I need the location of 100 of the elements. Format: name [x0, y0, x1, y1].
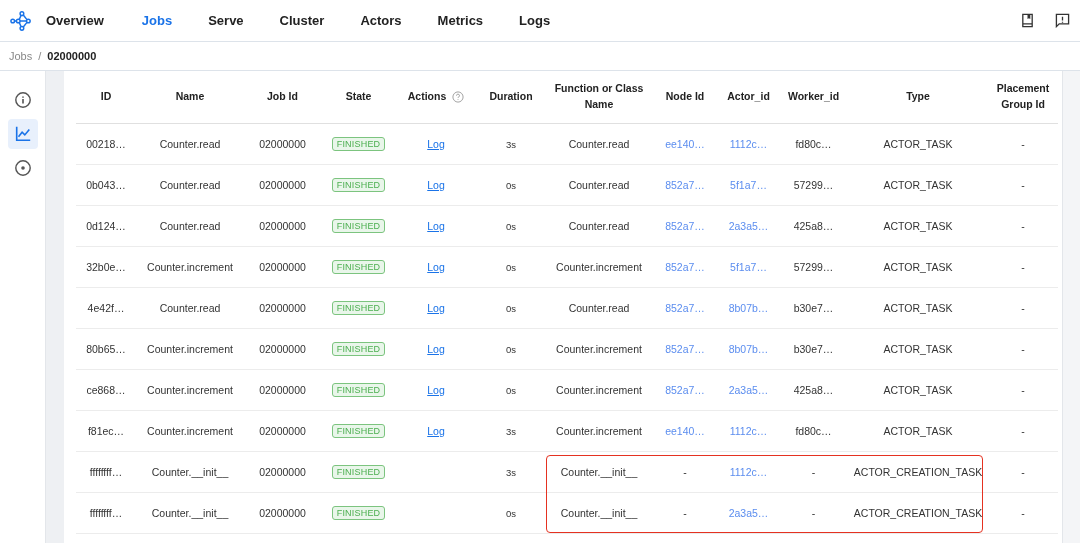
column-header: Placement Group Id	[996, 82, 1050, 110]
state-badge: FINISHED	[331, 383, 386, 397]
column-header: Function or Class Name	[554, 82, 644, 110]
actor-id-link[interactable]: 2a3a5…	[728, 384, 769, 396]
node-id-link[interactable]: 852a7…	[665, 302, 705, 314]
table-cell: 02000000	[259, 220, 306, 232]
breadcrumb-link[interactable]: Jobs	[9, 50, 33, 62]
table-cell: 02000000	[259, 466, 306, 478]
column-header: Node Id	[665, 90, 705, 103]
actor-id-link[interactable]: 5f1a7…	[730, 261, 767, 273]
table-cell: 425a8…	[793, 220, 834, 232]
table-cell: b30e7…	[793, 343, 834, 355]
target-icon	[13, 159, 32, 177]
node-id-link[interactable]: ee140…	[665, 138, 705, 150]
table-cell: Counter.increment	[556, 261, 642, 273]
table-cell: b30e7…	[793, 302, 834, 314]
node-id-link[interactable]: 852a7…	[665, 261, 705, 273]
node-id-link[interactable]: 852a7…	[665, 384, 705, 396]
column-header: Duration	[489, 90, 533, 103]
actor-id-link[interactable]: 8b07b…	[728, 302, 769, 314]
nav-tab[interactable]: Actors	[360, 13, 402, 28]
scrollbar-track[interactable]	[1062, 71, 1080, 543]
state-badge: FINISHED	[331, 260, 386, 274]
table-cell: -	[683, 466, 687, 478]
logo-icon[interactable]	[10, 9, 32, 32]
table-cell: 57299…	[793, 261, 834, 273]
table-cell: 02000000	[259, 384, 306, 396]
state-badge: FINISHED	[331, 219, 386, 233]
table-cell: -	[811, 507, 816, 519]
actor-id-link[interactable]: 5f1a7…	[730, 179, 767, 191]
table-cell: fd80c…	[795, 138, 832, 150]
log-link[interactable]: Log	[427, 261, 445, 273]
table-cell: 4e42f…	[87, 302, 125, 314]
nav-tab[interactable]: Overview	[46, 13, 104, 28]
table-cell: ACTOR_CREATION_TASK	[853, 507, 983, 519]
table-cell: 0s	[505, 344, 516, 355]
sidebar-item[interactable]	[7, 119, 38, 149]
table-cell: ACTOR_TASK	[883, 138, 953, 150]
table-cell: 0s	[505, 221, 516, 232]
actor-id-link[interactable]: 2a3a5…	[728, 220, 769, 232]
table-cell: 3s	[505, 426, 516, 437]
node-id-link[interactable]: 852a7…	[665, 179, 705, 191]
table-cell: Counter.__init__	[151, 466, 229, 478]
nav-tab[interactable]: Metrics	[437, 13, 484, 28]
nav-tab[interactable]: Jobs	[141, 13, 173, 28]
log-link[interactable]: Log	[427, 302, 445, 314]
table-cell: Counter.read	[568, 179, 630, 191]
table-cell: 02000000	[259, 261, 306, 273]
state-badge: FINISHED	[331, 465, 386, 479]
state-badge: FINISHED	[331, 178, 386, 192]
node-id-link[interactable]: 852a7…	[665, 343, 705, 355]
actor-id-link[interactable]: 1112c…	[729, 138, 768, 150]
table-cell: 0s	[505, 262, 516, 273]
info-icon	[13, 91, 32, 109]
table-cell: 00218…	[86, 138, 126, 150]
table-cell: Counter.increment	[147, 343, 233, 355]
table-cell: -	[1021, 384, 1025, 396]
actor-id-link[interactable]: 8b07b…	[728, 343, 769, 355]
table-cell: 80b65…	[86, 343, 126, 355]
actor-id-link[interactable]: 1112c…	[729, 425, 768, 437]
column-header: State	[345, 90, 372, 103]
table-cell: -	[1021, 343, 1025, 355]
log-link[interactable]: Log	[427, 179, 445, 191]
log-link[interactable]: Log	[427, 138, 445, 150]
feedback-icon[interactable]	[1055, 13, 1070, 28]
log-link[interactable]: Log	[427, 343, 445, 355]
table-cell: Counter.read	[568, 220, 630, 232]
table-cell: -	[1021, 138, 1025, 150]
state-badge: FINISHED	[331, 301, 386, 315]
table-cell: -	[1021, 261, 1025, 273]
book-icon[interactable]	[1020, 13, 1035, 28]
table-cell: ACTOR_TASK	[883, 302, 953, 314]
actor-id-link[interactable]: 1112c…	[729, 466, 768, 478]
state-badge: FINISHED	[331, 342, 386, 356]
nav-tab[interactable]: Logs	[519, 13, 551, 28]
table-cell: Counter.increment	[556, 384, 642, 396]
log-link[interactable]: Log	[427, 384, 445, 396]
table-cell: ACTOR_TASK	[883, 384, 953, 396]
log-link[interactable]: Log	[427, 220, 445, 232]
node-id-link[interactable]: 852a7…	[665, 220, 705, 232]
node-id-link[interactable]: ee140…	[665, 425, 705, 437]
table-cell: Counter.read	[159, 179, 221, 191]
table-cell: -	[811, 466, 816, 478]
table-cell: Counter.__init__	[560, 507, 638, 519]
state-badge: FINISHED	[331, 137, 386, 151]
log-link[interactable]: Log	[427, 425, 445, 437]
actor-id-link[interactable]: 2a3a5…	[728, 507, 769, 519]
table-cell: -	[1021, 179, 1025, 191]
column-header: Name	[175, 90, 205, 103]
table-cell: -	[683, 507, 687, 519]
column-header: Worker_id	[787, 90, 840, 103]
table-cell: Counter.increment	[147, 425, 233, 437]
nav-tab[interactable]: Serve	[208, 13, 244, 28]
table-cell: 02000000	[259, 425, 306, 437]
table-cell: 0s	[505, 508, 516, 519]
breadcrumb-separator: /	[38, 50, 42, 62]
table-cell: Counter.read	[159, 302, 221, 314]
table-cell: Counter.read	[568, 302, 630, 314]
nav-tab[interactable]: Cluster	[279, 13, 325, 28]
table-cell: -	[1021, 466, 1025, 478]
